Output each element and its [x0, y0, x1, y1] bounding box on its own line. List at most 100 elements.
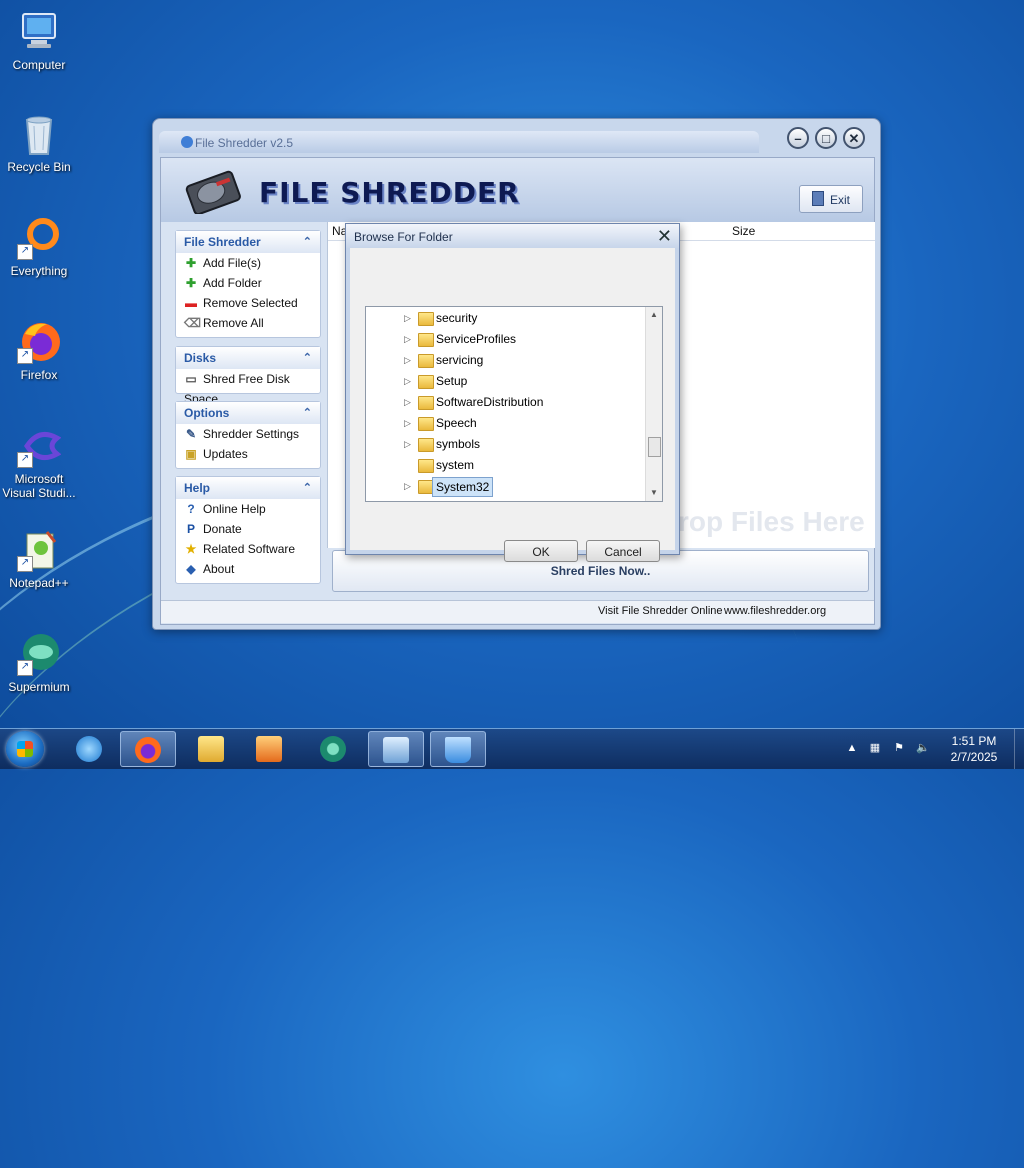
updates-icon: ▣: [185, 447, 197, 461]
related-software-link[interactable]: ★ Related Software: [176, 539, 320, 559]
star-icon: ★: [185, 542, 197, 556]
cancel-button[interactable]: Cancel: [586, 540, 660, 562]
tree-item[interactable]: ▷ servicing: [366, 350, 643, 371]
action-center-flag-icon[interactable]: ⚑: [892, 741, 906, 755]
shortcut-arrow-icon: ↗: [17, 244, 33, 260]
folder-icon: [418, 354, 434, 368]
taskbar-supermium[interactable]: [306, 731, 362, 767]
shred-free-space-link[interactable]: ▭ Shred Free Disk Space: [176, 369, 320, 406]
shredder-bin-icon: [445, 737, 471, 763]
taskbar-file-shredder[interactable]: [430, 731, 486, 767]
scroll-thumb[interactable]: [648, 437, 661, 457]
ok-button[interactable]: OK: [504, 540, 578, 562]
desktop-icon-supermium[interactable]: ↗ Supermium: [0, 632, 78, 694]
tree-item[interactable]: ▷ Setup: [366, 371, 643, 392]
expand-arrow-icon[interactable]: ▷: [404, 413, 411, 434]
options-panel: Options ⌃ ✎ Shredder Settings ▣ Updates: [175, 401, 321, 469]
scroll-up-icon[interactable]: ▲: [646, 307, 662, 323]
tree-item[interactable]: ▷ security: [366, 308, 643, 329]
website-link[interactable]: www.fileshredder.org: [724, 605, 826, 617]
expand-arrow-icon[interactable]: ▷: [404, 329, 411, 350]
desktop-icon-visual-studio[interactable]: ↗ Microsoft Visual Studi...: [0, 424, 78, 500]
taskbar-control-panel[interactable]: [368, 731, 424, 767]
collapse-chevron-icon[interactable]: ⌃: [303, 402, 312, 424]
donate-link[interactable]: P Donate: [176, 519, 320, 539]
tree-item[interactable]: ▷ Speech: [366, 413, 643, 434]
desktop-icon-recycle-bin[interactable]: Recycle Bin: [0, 112, 78, 174]
recycle-bin-icon: [17, 112, 61, 156]
add-files-link[interactable]: ✚ Add File(s): [176, 253, 320, 273]
info-icon: ◆: [186, 562, 196, 576]
visit-online-link[interactable]: Visit File Shredder Online: [598, 605, 723, 617]
expand-arrow-icon[interactable]: ▷: [404, 308, 411, 329]
taskbar-media-player[interactable]: [242, 731, 298, 767]
updates-link[interactable]: ▣ Updates: [176, 444, 320, 464]
firefox-icon: ↗: [17, 320, 61, 364]
expand-arrow-icon[interactable]: ▷: [404, 476, 411, 497]
window-title: File Shredder v2.5: [195, 136, 294, 150]
expand-arrow-icon[interactable]: ▷: [404, 350, 411, 371]
visual-studio-icon: ↗: [17, 424, 62, 468]
desktop-icon-everything[interactable]: ↗ Everything: [0, 216, 78, 278]
about-link[interactable]: ◆ About: [176, 559, 320, 579]
taskbar: ▲ ▦ ⚑ 🔈 1:51 PM 2/7/2025: [0, 728, 1024, 769]
desktop-icon-notepadpp[interactable]: ↗ Notepad++: [0, 528, 78, 590]
tree-item-selected[interactable]: ▷ System32: [366, 476, 643, 497]
collapse-chevron-icon[interactable]: ⌃: [303, 347, 312, 369]
supermium-icon: [320, 736, 346, 762]
column-size[interactable]: Size: [732, 224, 755, 238]
network-icon[interactable]: ▦: [868, 741, 882, 755]
add-folder-link[interactable]: ✚ Add Folder: [176, 273, 320, 293]
remove-selected-link[interactable]: ▬ Remove Selected: [176, 293, 320, 313]
shortcut-arrow-icon: ↗: [17, 556, 33, 572]
expand-arrow-icon[interactable]: ▷: [404, 434, 411, 455]
online-help-link[interactable]: ? Online Help: [176, 499, 320, 519]
panel-header[interactable]: Options ⌃: [176, 402, 320, 424]
dialog-title-bar[interactable]: Browse For Folder ✕: [346, 224, 679, 248]
scroll-down-icon[interactable]: ▼: [646, 485, 662, 501]
remove-all-link[interactable]: ⌫ Remove All: [176, 313, 320, 333]
taskbar-internet-explorer[interactable]: [62, 731, 118, 767]
dialog-title: Browse For Folder: [354, 230, 453, 244]
collapse-chevron-icon[interactable]: ⌃: [303, 231, 312, 253]
help-panel: Help ⌃ ? Online Help P Donate ★ Related Soft…: [175, 476, 321, 584]
desktop-icon-firefox[interactable]: ↗ Firefox: [0, 320, 78, 382]
clock-time: 1:51 PM: [951, 734, 997, 748]
expand-arrow-icon[interactable]: ▷: [404, 392, 411, 413]
folder-tree[interactable]: ▷ security ▷ ServiceProfiles ▷ servicing ▷ S…: [365, 306, 663, 502]
show-desktop-button[interactable]: [1014, 729, 1024, 769]
shredder-settings-link[interactable]: ✎ Shredder Settings: [176, 424, 320, 444]
collapse-chevron-icon[interactable]: ⌃: [303, 477, 312, 499]
show-hidden-icons-icon[interactable]: ▲: [845, 741, 859, 755]
panel-header[interactable]: Disks ⌃: [176, 347, 320, 369]
maximize-button[interactable]: □: [815, 127, 837, 149]
volume-muted-icon[interactable]: 🔈: [916, 741, 930, 755]
panel-header[interactable]: Help ⌃: [176, 477, 320, 499]
windows-logo-icon: [17, 741, 33, 757]
taskbar-explorer[interactable]: [184, 731, 240, 767]
computer-icon: [17, 10, 61, 54]
dialog-close-icon[interactable]: ✕: [657, 226, 672, 247]
folder-icon: [418, 312, 434, 326]
folder-icon: [418, 438, 434, 452]
close-button[interactable]: ✕: [843, 127, 865, 149]
notepadpp-icon: ↗: [17, 528, 61, 572]
folder-icon: [198, 736, 224, 762]
minimize-button[interactable]: –: [787, 127, 809, 149]
app-logo-text: FILE SHREDDER: [259, 176, 520, 209]
tree-item[interactable]: ▷ symbols: [366, 434, 643, 455]
tree-item[interactable]: system: [366, 455, 643, 476]
tree-scrollbar[interactable]: ▲ ▼: [645, 307, 662, 501]
internet-explorer-icon: [76, 736, 102, 762]
exit-button[interactable]: Exit: [799, 185, 863, 213]
desktop-icon-computer[interactable]: Computer: [0, 10, 78, 72]
start-button[interactable]: [6, 731, 44, 767]
exit-door-icon: [811, 191, 824, 206]
system-clock[interactable]: 1:51 PM 2/7/2025: [942, 733, 1006, 765]
tree-item[interactable]: ▷ ServiceProfiles: [366, 329, 643, 350]
taskbar-firefox[interactable]: [120, 731, 176, 767]
panel-header[interactable]: File Shredder ⌃: [176, 231, 320, 253]
expand-arrow-icon[interactable]: ▷: [404, 371, 411, 392]
tree-item[interactable]: ▷ SoftwareDistribution: [366, 392, 643, 413]
shortcut-arrow-icon: ↗: [17, 348, 33, 364]
